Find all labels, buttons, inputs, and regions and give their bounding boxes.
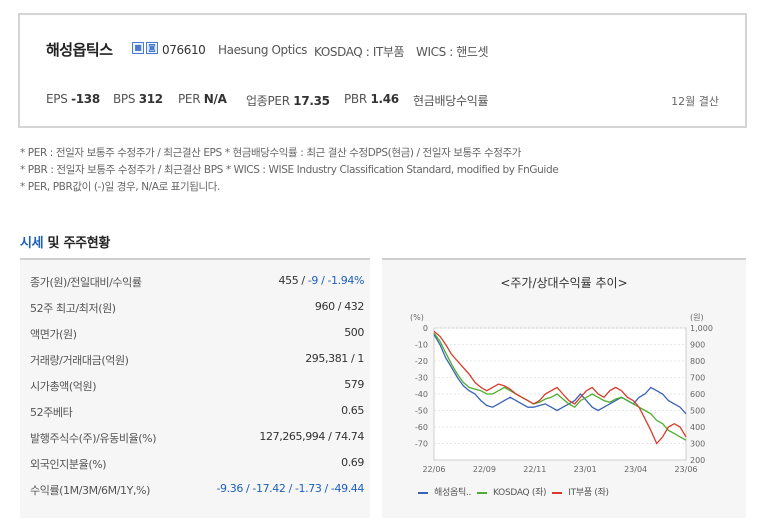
table-row: 발행주식수(주)/유동비율(%) 127,265,994 / 74.74 [20,424,370,450]
legend-item: 해성옵틱.. [418,485,471,498]
row-value-main: 127,265,994 / 74.74 [259,430,364,443]
badge-group: ■ ◙ [132,42,158,54]
legend-swatch [552,491,563,494]
info-badge-icon[interactable]: ◙ [146,42,158,54]
y-right-tick: 800 [690,357,705,366]
table-row: 수익률(1M/3M/6M/1Y,%) -9.36 / -17.42 / -1.73… [20,476,370,502]
row-value-main: 455 / [278,274,308,287]
y-left-tick: -30 [415,374,428,383]
row-value: 455 / -9 / -1.94% [278,274,365,287]
settlement-month: 12월 결산 [671,95,719,108]
x-tick: 22/11 [523,465,546,474]
table-row: 액면가(원) 500 [20,320,370,346]
english-name: Haesung Optics [218,43,308,57]
y-left-tick: 0 [423,324,428,333]
legend-label: KOSDAQ (좌) [493,488,547,498]
footnote-per: * PER : 전일자 보통주 수정주가 / 최근결산 EPS * 현금배당수익… [20,147,522,159]
company-name: 해성옵틱스 [46,41,113,59]
y-right-tick: 600 [690,390,705,399]
row-value-main: 0.69 [341,456,364,469]
legend-label: 해성옵틱.. [434,488,472,498]
legend-swatch [418,491,428,494]
company-summary-card: 해성옵틱스 ■ ◙ 076610 Haesung Optics KOSDAQ :… [18,13,747,128]
table-row: 시가총액(억원) 579 [20,372,370,398]
y-right-tick: 200 [690,456,705,465]
row-value: 0.65 [341,404,364,417]
kospi-badge-icon[interactable]: ■ [132,42,144,54]
row-value-change: -9.36 / -17.42 / -1.73 / -49.44 [216,482,364,495]
row-label: 액면가(원) [30,328,77,341]
table-row: 52주 최고/최저(원) 960 / 432 [20,294,370,320]
y-right-tick: 400 [690,423,705,432]
table-row: 종가(원)/전일대비/수익률 455 / -9 / -1.94% [20,268,370,294]
market-data-table: 종가(원)/전일대비/수익률 455 / -9 / -1.94% 52주 최고/최저… [20,258,370,518]
section-title: 시세 및 주주현황 [20,232,110,251]
y-right-tick: 500 [690,407,705,416]
table-row: 외국인지분율(%) 0.69 [20,450,370,476]
chart-legend: 해성옵틱.. KOSDAQ (좌) IT부품 (좌) [418,485,615,498]
y-left-tick: -70 [415,440,428,449]
row-label: 시가총액(억원) [30,380,97,393]
footnotes: * PER : 전일자 보통주 수정주가 / 최근결산 EPS * 현금배당수익… [20,145,559,196]
section-title-rest: 및 주주현황 [43,236,111,251]
stock-code: 076610 [162,43,206,57]
row-value: 0.69 [341,456,364,469]
section-title-highlight: 시세 [20,236,44,251]
x-tick: 23/06 [674,465,697,474]
row-value: 579 [344,378,364,391]
y-left-tick: -20 [415,357,428,366]
x-tick: 23/01 [574,465,597,474]
chart-title: <주가/상대수익률 추이> [500,276,628,290]
row-value: 295,381 / 1 [305,352,364,365]
y-left-tick: -50 [415,407,428,416]
metric-industry-per: 업종PER 17.35 [246,94,330,108]
row-value-main: 295,381 / 1 [305,352,364,365]
row-label: 종가(원)/전일대비/수익률 [30,276,142,289]
row-value-change: -9 / -1.94% [307,274,365,287]
y-right-tick: 700 [690,374,705,383]
row-label: 거래량/거래대금(억원) [30,354,129,367]
row-label: 52주 최고/최저(원) [30,302,116,315]
y-left-tick: -10 [415,341,428,350]
legend-item: KOSDAQ (좌) [477,485,547,498]
row-value-main: 579 [344,378,364,391]
y-left-unit: (%) [410,313,424,322]
y-right-unit: (원) [690,313,704,322]
y-right-tick: 300 [690,440,705,449]
y-left-tick: -40 [415,390,428,399]
table-row: 52주베타 0.65 [20,398,370,424]
metric-bps: BPS 312 [113,92,163,106]
x-tick: 22/06 [422,465,445,474]
row-label: 외국인지분율(%) [30,458,107,471]
footnote-pbr: * PBR : 전일자 보통주 수정주가 / 최근결산 BPS * WICS :… [20,164,559,176]
y-right-tick: 900 [690,341,705,350]
row-value: -9.36 / -17.42 / -1.73 / -49.44 [216,482,364,495]
x-tick: 22/09 [473,465,496,474]
metric-eps: EPS -138 [46,92,100,106]
y-left-tick: -60 [415,423,428,432]
row-value-main: 500 [344,326,364,339]
wics-sector: WICS : 핸드셋 [416,45,489,59]
row-label: 수익률(1M/3M/6M/1Y,%) [30,484,150,497]
row-value: 127,265,994 / 74.74 [259,430,364,443]
footnote-na: * PER, PBR값이 (-)일 경우, N/A로 표기됩니다. [20,181,220,193]
row-value-main: 960 / 432 [314,300,364,313]
x-tick: 23/04 [624,465,647,474]
metric-per: PER N/A [178,92,227,106]
market-sector: KOSDAQ : IT부품 [314,45,405,59]
row-label: 52주베타 [30,406,73,419]
y-right-tick: 1,000 [690,324,713,333]
row-label: 발행주식수(주)/유동비율(%) [30,432,157,445]
metric-dividend-yield: 현금배당수익률 [413,94,489,108]
row-value: 500 [344,326,364,339]
row-value-main: 0.65 [341,404,364,417]
table-row: 거래량/거래대금(억원) 295,381 / 1 [20,346,370,372]
row-value: 960 / 432 [315,300,364,313]
legend-label: IT부품 (좌) [568,488,609,498]
metric-pbr: PBR 1.46 [344,92,399,106]
legend-swatch [477,491,488,494]
legend-item: IT부품 (좌) [552,485,609,498]
price-chart-panel: <주가/상대수익률 추이> (%) (원) 0 -10 -20 -30 -40 -50 -60 -… [382,258,746,518]
